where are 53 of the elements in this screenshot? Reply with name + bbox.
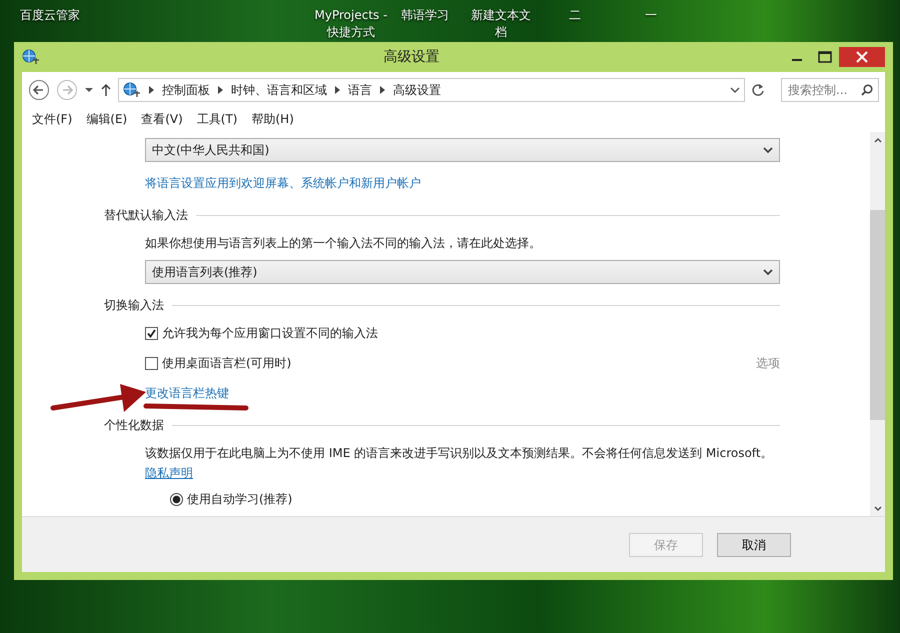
dropdown-caret-icon[interactable] [84, 87, 94, 93]
scrollbar[interactable] [870, 132, 885, 516]
breadcrumb-item[interactable]: 高级设置 [393, 81, 441, 99]
address-bar[interactable]: 控制面板 时钟、语言和区域 语言 高级设置 [118, 78, 745, 102]
breadcrumb-item[interactable]: 控制面板 [162, 81, 210, 99]
radio-label[interactable]: 使用自动学习(推荐) [187, 490, 292, 508]
scrollbar-thumb[interactable] [870, 210, 885, 420]
chevron-down-icon [763, 146, 773, 154]
up-arrow-icon[interactable] [100, 83, 112, 97]
menu-item[interactable]: 帮助(H) [252, 110, 294, 128]
search-icon [861, 84, 873, 96]
link[interactable]: 将语言设置应用到欢迎屏幕、系统帐户和新用户帐户 [145, 176, 421, 190]
dropdown-select[interactable]: 中文(中华人民共和国) [145, 138, 780, 162]
globe-icon [123, 82, 141, 98]
dialog-button[interactable]: 取消 [717, 532, 791, 556]
chevron-down-icon [763, 268, 773, 276]
chevron-icon [335, 86, 340, 94]
search-field[interactable]: 搜索控制... [781, 78, 879, 102]
menu-item[interactable]: 文件(F) [32, 110, 72, 128]
desktop-icon-label[interactable]: 一 [631, 7, 671, 24]
section-heading: 替代默认输入法 [104, 207, 188, 224]
desktop-icon-label[interactable]: 二 [555, 7, 595, 24]
chevron-icon [218, 86, 223, 94]
link[interactable]: 隐私声明 [145, 466, 193, 480]
menu-item[interactable]: 编辑(E) [86, 110, 128, 128]
menu-item[interactable]: 工具(T) [196, 110, 238, 128]
window-title: 高级设置 [382, 48, 440, 66]
checkbox[interactable] [145, 356, 158, 370]
menu-item[interactable]: 查看(V) [141, 110, 183, 128]
section-heading: 切换输入法 [104, 297, 164, 314]
checkbox[interactable] [145, 326, 158, 340]
refresh-icon[interactable] [751, 83, 765, 97]
scroll-up-icon[interactable] [874, 137, 882, 143]
description-text: 如果你想使用与语言列表上的第一个输入法不同的输入法，请在此处选择。 [145, 235, 542, 252]
back-button[interactable] [28, 79, 50, 101]
breadcrumb-item[interactable]: 语言 [348, 81, 372, 99]
section-heading: 个性化数据 [104, 417, 164, 434]
link[interactable]: 更改语言栏热键 [145, 386, 229, 400]
chevron-icon [380, 86, 385, 94]
checkbox-label[interactable]: 允许我为每个应用窗口设置不同的输入法 [162, 324, 378, 342]
desktop-icon-label[interactable]: 百度云管家 [10, 7, 90, 24]
dropdown-select[interactable]: 使用语言列表(推荐) [145, 260, 780, 284]
globe-icon [22, 49, 40, 65]
chevron-icon [149, 86, 154, 94]
dropdown-caret-icon[interactable] [730, 86, 740, 94]
description-text: 该数据仅用于在此电脑上为不使用 IME 的语言来改进手写识别以及文本预测结果。不会将任何信息发送到 Microsoft。 [145, 445, 774, 462]
scroll-down-icon[interactable] [874, 506, 882, 512]
breadcrumb-item[interactable]: 时钟、语言和区域 [231, 81, 327, 99]
radio-button[interactable] [170, 492, 183, 506]
desktop-icon-label[interactable]: MyProjects - 快捷方式 [311, 7, 391, 41]
desktop-icon-label[interactable]: 新建文本文档 [469, 7, 533, 41]
checkbox-label[interactable]: 使用桌面语言栏(可用时) [162, 354, 292, 372]
desktop-icon-label[interactable]: 韩语学习 [393, 7, 457, 24]
